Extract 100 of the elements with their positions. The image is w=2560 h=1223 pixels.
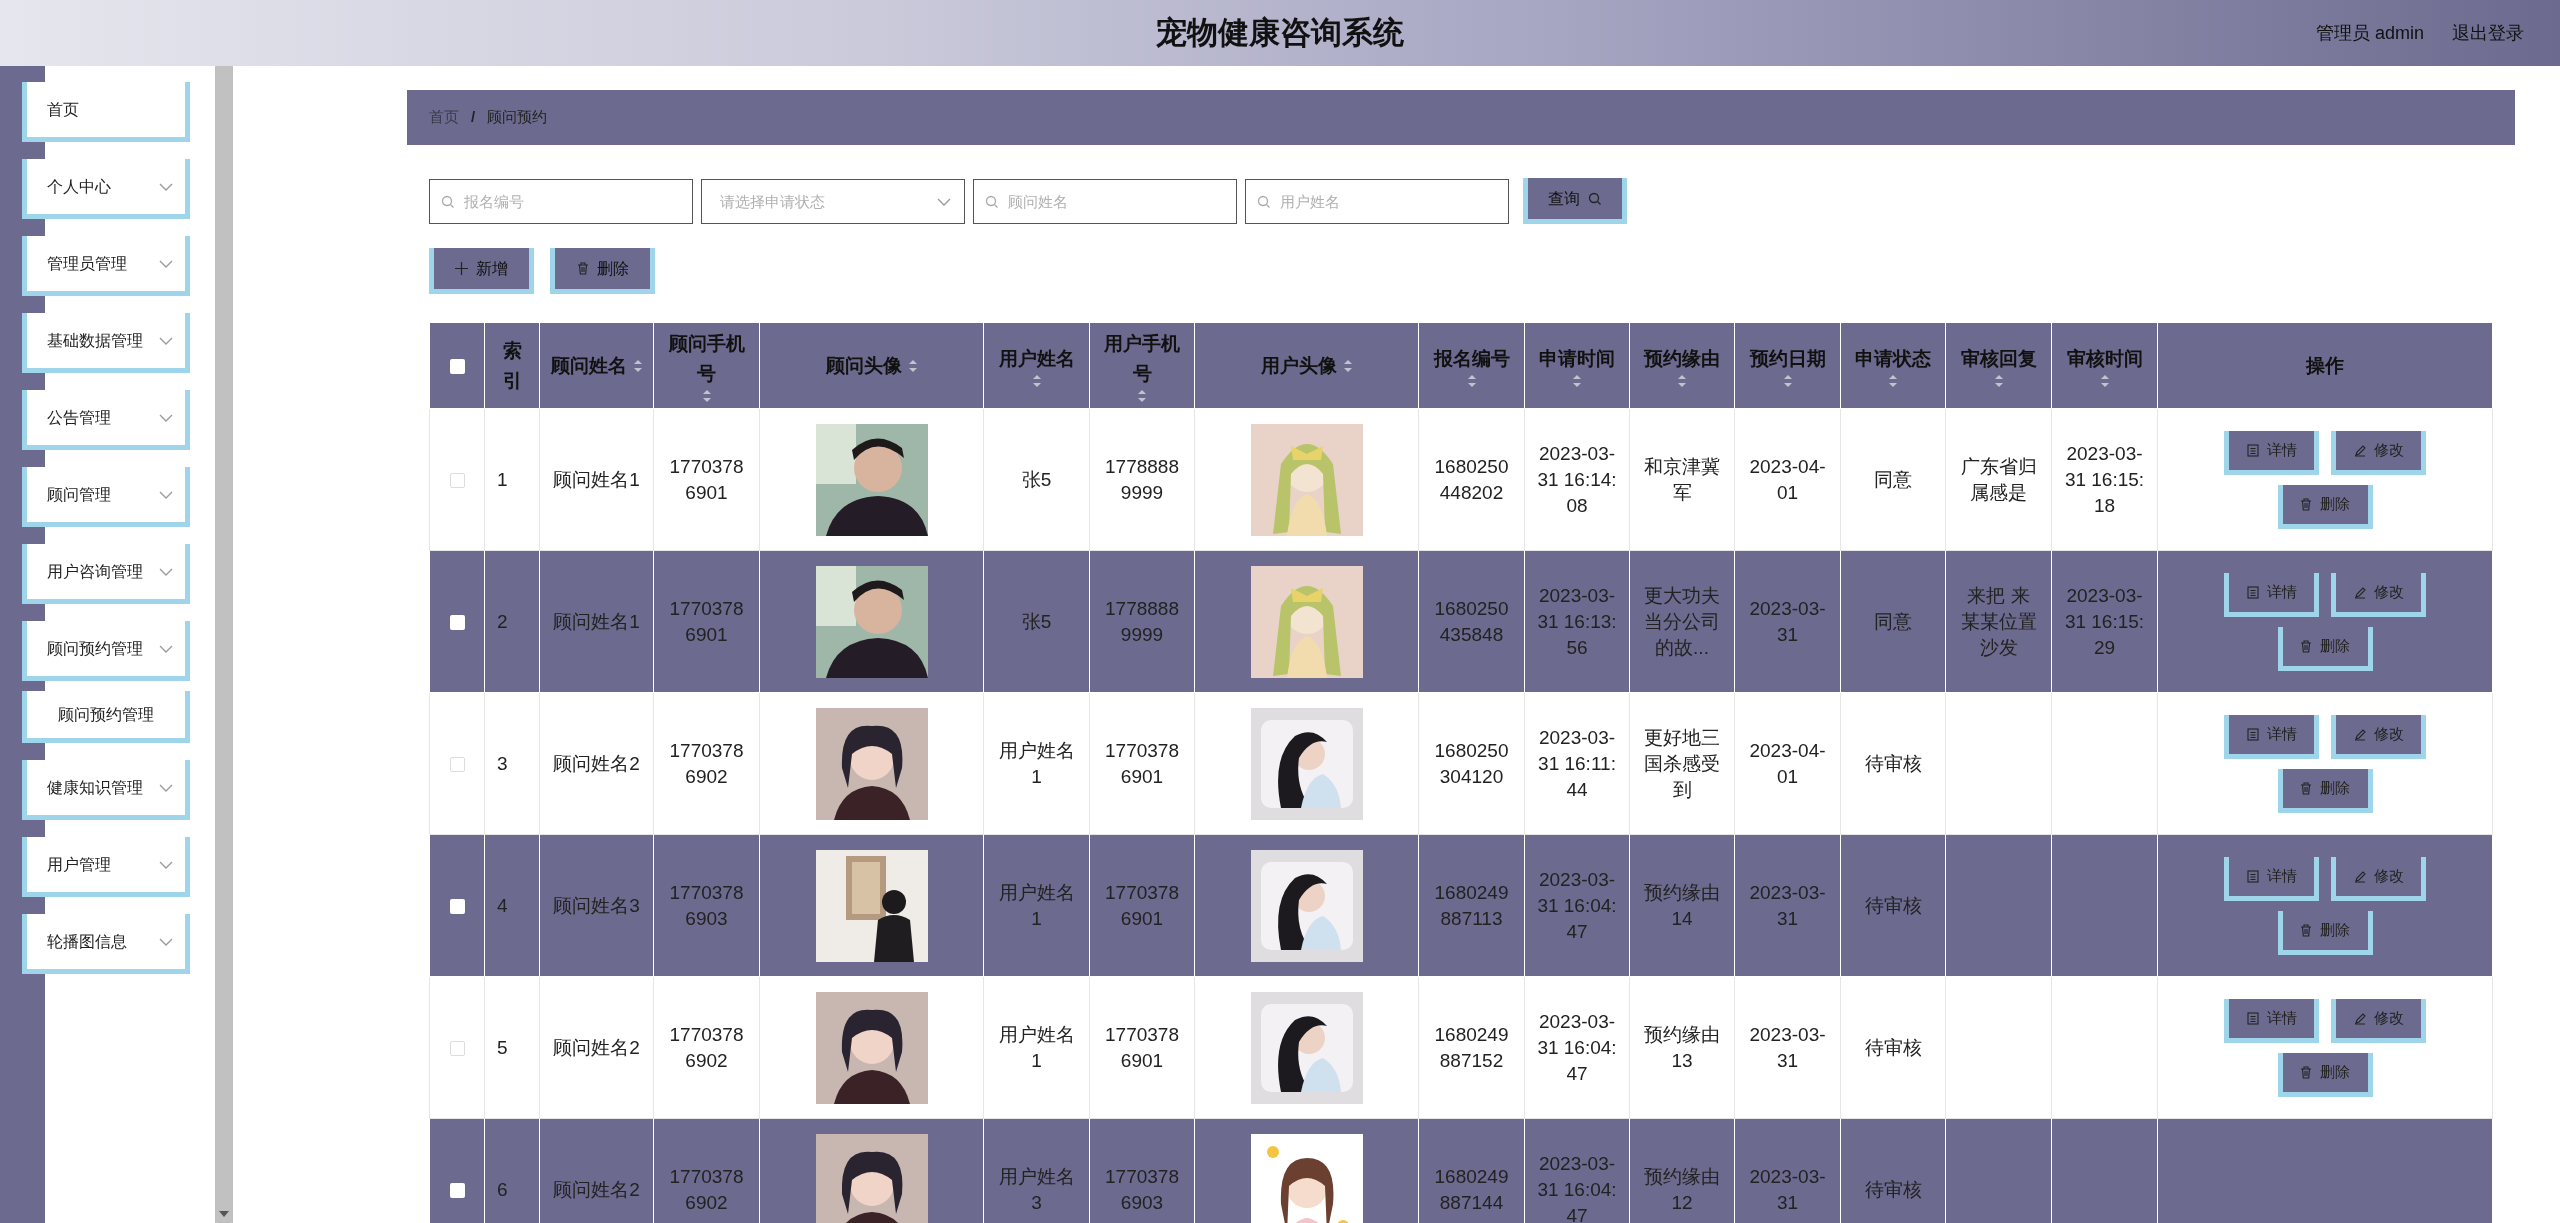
row-checkbox[interactable] — [449, 1041, 465, 1056]
sort-icon[interactable] — [1677, 373, 1687, 388]
document-icon — [2246, 727, 2259, 741]
sort-icon[interactable] — [1466, 373, 1477, 388]
logout-link[interactable]: 退出登录 — [2452, 19, 2524, 47]
delete-button[interactable]: 删除 — [550, 248, 655, 294]
table-cell: 广东省归属感是 — [1960, 455, 2037, 503]
table-cell: 2023-03-31 16:14:08 — [1537, 442, 1617, 516]
table-cell: 6 — [497, 1178, 508, 1200]
table-cell: 预约缘由14 — [1644, 881, 1720, 929]
row-checkbox[interactable] — [449, 757, 465, 772]
sidebar-item[interactable]: 个人中心 — [22, 159, 190, 219]
table-cell: 2023-03-31 — [1749, 881, 1826, 929]
delete-button[interactable]: 删除 — [2277, 910, 2373, 955]
table-cell: 待审核 — [1864, 1036, 1922, 1058]
sort-icon[interactable] — [1888, 373, 1898, 388]
row-checkbox[interactable] — [449, 1183, 465, 1198]
sort-icon[interactable] — [2099, 373, 2110, 388]
pencil-icon — [2353, 869, 2366, 883]
sort-icon[interactable] — [701, 388, 712, 403]
table-cell: 待审核 — [1864, 1178, 1922, 1200]
status-select[interactable]: 请选择申请状态 — [701, 178, 965, 224]
details-button[interactable]: 详情 — [2224, 856, 2319, 901]
table-cell: 2023-04-01 — [1749, 739, 1826, 787]
trash-icon — [2300, 781, 2312, 795]
column-header: 索引 — [501, 338, 523, 393]
trash-icon — [2300, 1065, 2312, 1079]
search-field[interactable]: 报名编号 — [429, 178, 693, 224]
sort-icon[interactable] — [1782, 373, 1793, 388]
breadcrumb-item[interactable]: 首页 — [429, 106, 459, 129]
table-cell: 张5 — [1021, 610, 1052, 632]
sidebar-item[interactable]: 健康知识管理 — [22, 760, 190, 820]
table-cell: 2023-03-31 16:15:29 — [2064, 584, 2145, 658]
table-cell: 待审核 — [1864, 752, 1922, 774]
table-cell: 17703786902 — [669, 1165, 744, 1213]
table-cell: 2023-04-01 — [1749, 455, 1826, 503]
breadcrumb-separator: / — [471, 107, 476, 128]
sidebar-item[interactable]: 基础数据管理 — [22, 313, 190, 373]
table-cell: 17788889999 — [1105, 455, 1179, 503]
table-cell: 顾问姓名2 — [553, 1036, 640, 1058]
search-icon — [1257, 194, 1271, 209]
search-field[interactable]: 用户姓名 — [1245, 178, 1509, 224]
sort-icon[interactable] — [1137, 388, 1147, 403]
table-cell: 用户姓名1 — [998, 1023, 1075, 1071]
sort-icon[interactable] — [1031, 373, 1042, 388]
details-button[interactable]: 详情 — [2224, 572, 2319, 617]
sidebar-item[interactable]: 顾问管理 — [22, 467, 190, 527]
select-all-checkbox[interactable] — [449, 358, 465, 374]
sidebar-item[interactable]: 用户管理 — [22, 837, 190, 897]
table-cell: 17703786901 — [1105, 881, 1179, 929]
table-cell: 2023-03-31 16:15:18 — [2064, 442, 2145, 516]
table-cell: 顾问姓名1 — [553, 610, 640, 632]
delete-button[interactable]: 删除 — [2277, 768, 2373, 813]
table-cell: 17703786902 — [669, 739, 744, 787]
query-button[interactable]: 查询 — [1523, 178, 1627, 224]
add-button[interactable]: 新增 — [429, 248, 534, 294]
sidebar-item[interactable]: 用户咨询管理 — [22, 544, 190, 604]
delete-button[interactable]: 删除 — [2277, 1052, 2373, 1097]
details-button[interactable]: 详情 — [2224, 998, 2319, 1043]
table-cell: 用户姓名1 — [998, 881, 1075, 929]
sort-icon[interactable] — [907, 358, 918, 373]
edit-button[interactable]: 修改 — [2331, 430, 2426, 475]
table-cell: 17703786903 — [669, 881, 744, 929]
delete-button[interactable]: 删除 — [2277, 484, 2373, 529]
table-cell: 更好地三国杀感受到 — [1644, 726, 1720, 800]
sidebar-item[interactable]: 管理员管理 — [22, 236, 190, 296]
row-checkbox[interactable] — [449, 899, 465, 914]
row-checkbox[interactable] — [449, 473, 465, 488]
column-header: 顾问手机号 — [667, 331, 746, 386]
sidebar-item[interactable]: 顾问预约管理 — [22, 621, 190, 681]
edit-button[interactable]: 修改 — [2331, 856, 2426, 901]
search-icon — [985, 194, 999, 209]
edit-button[interactable]: 修改 — [2331, 572, 2426, 617]
scroll-down-icon[interactable] — [219, 1211, 229, 1217]
details-button[interactable]: 详情 — [2224, 430, 2319, 475]
trash-icon — [2300, 923, 2312, 937]
table-cell: 17703786903 — [1105, 1165, 1179, 1213]
table-cell: 预约缘由13 — [1644, 1023, 1720, 1071]
pencil-icon — [2353, 1011, 2366, 1025]
table-cell: 2023-03-31 16:04:47 — [1537, 1010, 1617, 1084]
sidebar-subitem[interactable]: 顾问预约管理 — [22, 691, 190, 743]
edit-button[interactable]: 修改 — [2331, 998, 2426, 1043]
sidebar-item[interactable]: 首页 — [22, 82, 190, 142]
sidebar-item[interactable]: 公告管理 — [22, 390, 190, 450]
delete-button[interactable]: 删除 — [2277, 626, 2373, 671]
edit-button[interactable]: 修改 — [2331, 714, 2426, 759]
sort-icon[interactable] — [1993, 373, 2004, 388]
sidebar-item[interactable]: 轮播图信息 — [22, 914, 190, 974]
column-header: 用户头像 — [1260, 353, 1337, 378]
sort-icon[interactable] — [632, 358, 643, 373]
details-button[interactable]: 详情 — [2224, 714, 2319, 759]
sort-icon[interactable] — [1342, 358, 1353, 373]
table-cell: 预约缘由12 — [1644, 1165, 1720, 1213]
scrollbar[interactable] — [215, 66, 233, 1223]
column-header: 用户手机号 — [1103, 331, 1181, 386]
search-field[interactable]: 顾问姓名 — [973, 178, 1237, 224]
sort-icon[interactable] — [1572, 373, 1582, 388]
pencil-icon — [2353, 727, 2366, 741]
table-cell: 3 — [497, 752, 508, 774]
row-checkbox[interactable] — [449, 615, 465, 630]
